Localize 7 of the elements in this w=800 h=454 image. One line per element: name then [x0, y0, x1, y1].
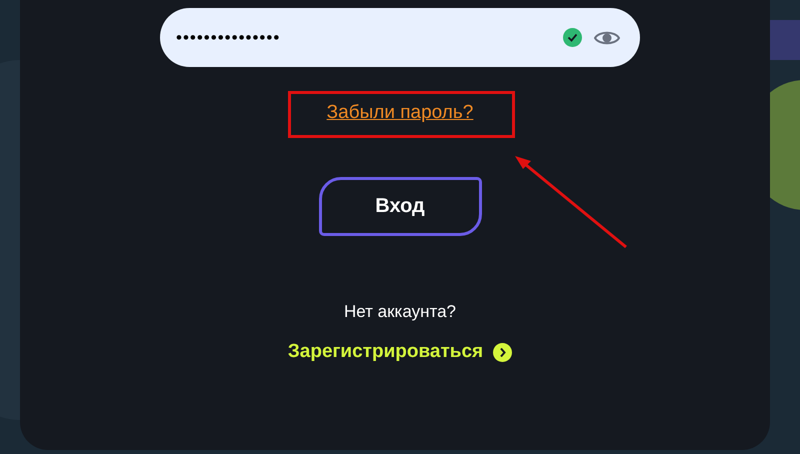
login-button[interactable]: Вход: [318, 176, 482, 236]
password-field[interactable]: •••••••••••••••: [160, 8, 640, 67]
register-link[interactable]: Зарегистрироваться: [288, 338, 512, 366]
no-account-text: Нет аккаунта?: [344, 300, 456, 322]
password-input: •••••••••••••••: [176, 24, 563, 50]
chevron-circle-icon: [493, 342, 512, 362]
forgot-password-link[interactable]: Забыли пароль?: [326, 99, 474, 128]
